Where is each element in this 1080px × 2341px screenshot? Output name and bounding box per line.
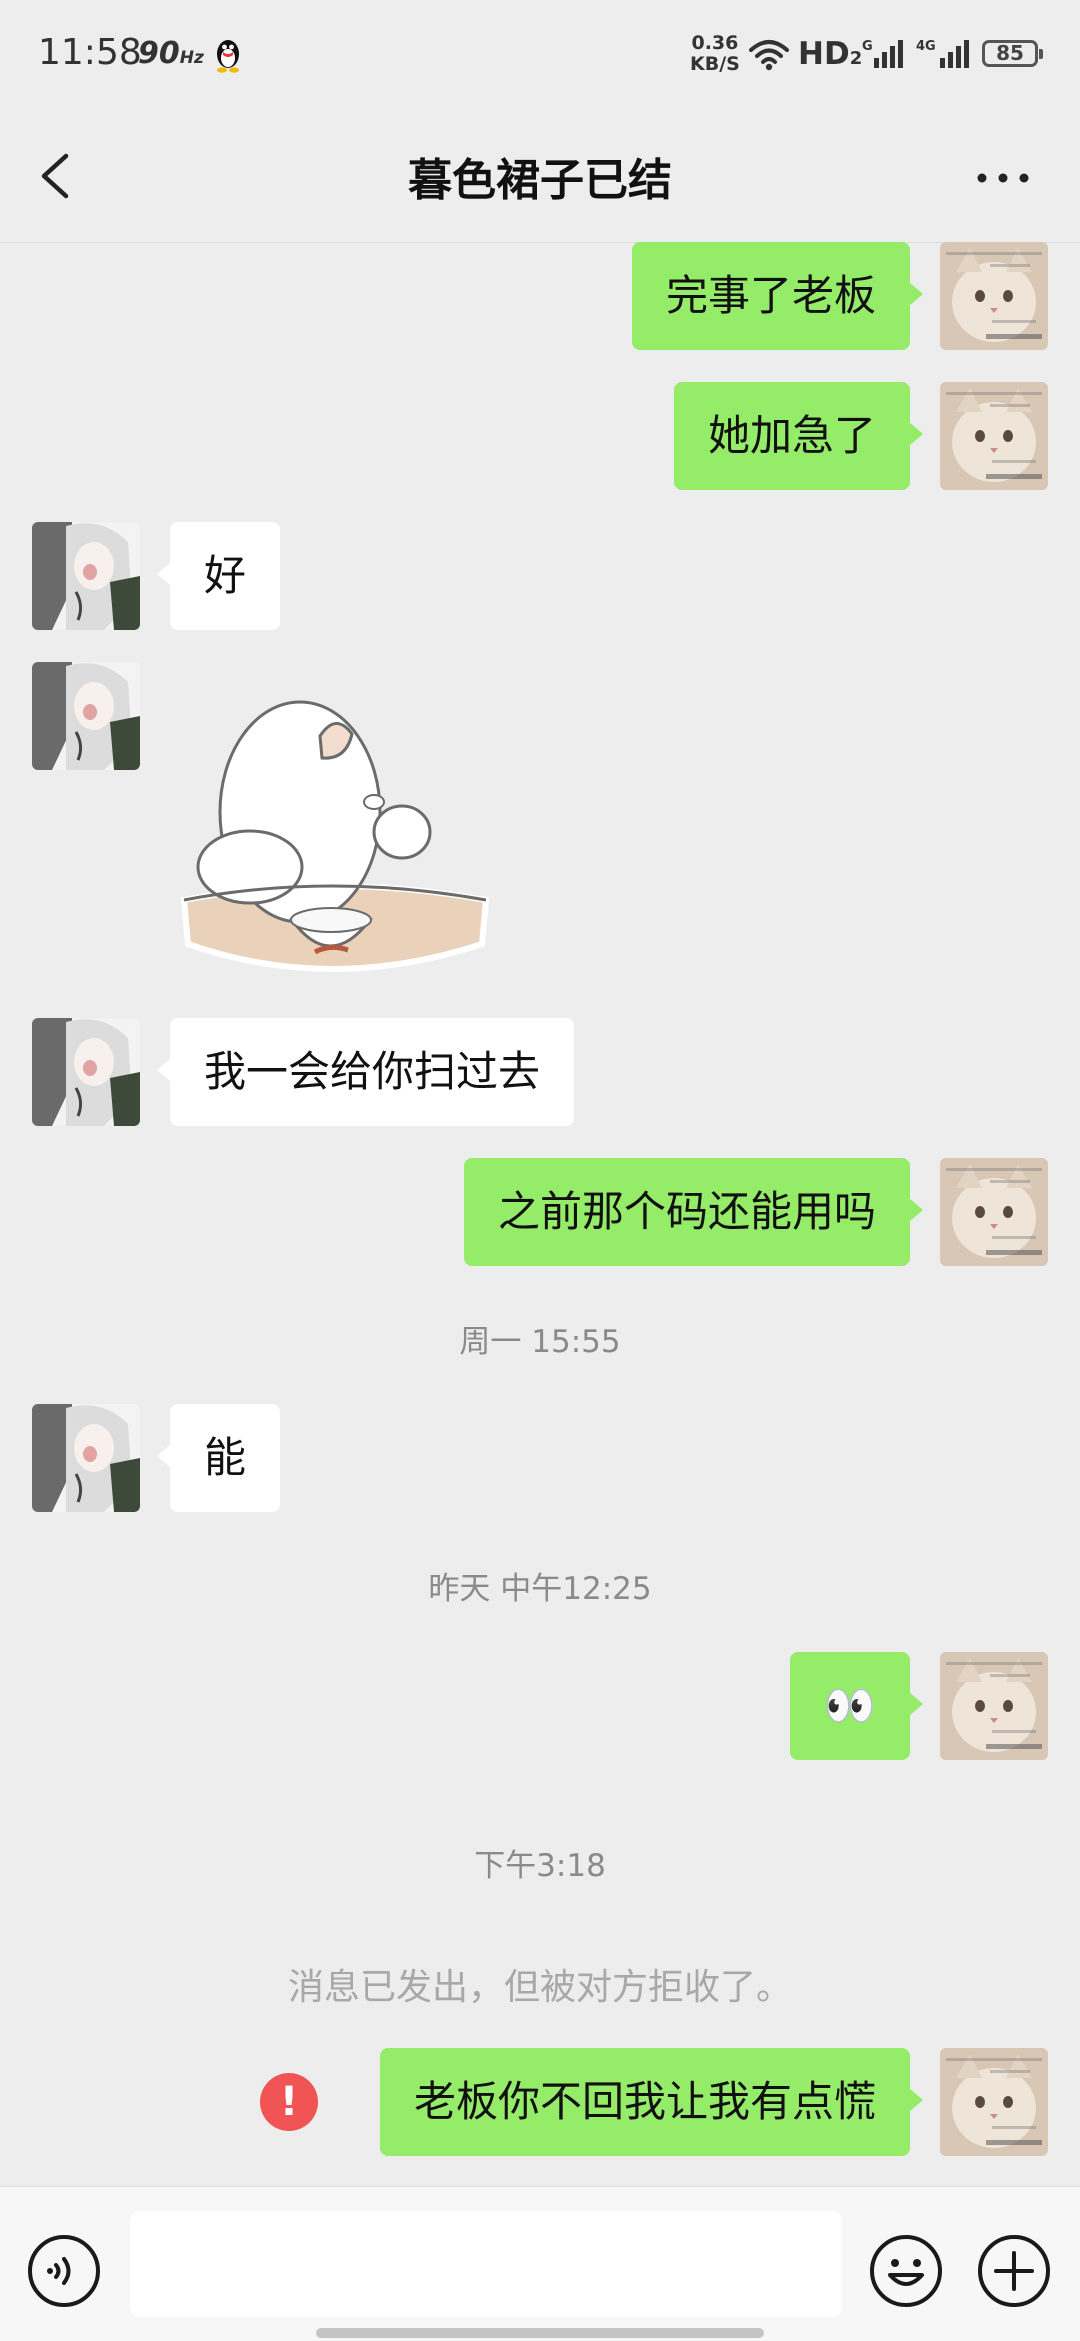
- cat-avatar-image: [940, 1652, 1048, 1760]
- more-functions-button[interactable]: [976, 2233, 1052, 2313]
- cat-avatar-image: [940, 2048, 1048, 2156]
- more-options-button[interactable]: [968, 150, 1038, 206]
- message-incoming: 能: [0, 1404, 1080, 1512]
- girl-avatar-image: [32, 522, 140, 630]
- hd-label: HD: [798, 36, 850, 72]
- avatar[interactable]: [32, 1018, 140, 1126]
- status-bar: 11:58 90Hz 0.36 KB/S HD2 G 4G 85: [0, 0, 1080, 110]
- battery-level: 85: [996, 41, 1024, 65]
- network-speed-unit: KB/S: [690, 53, 740, 75]
- hd-voice-indicator: HD2: [798, 36, 862, 72]
- message-outgoing: 完事了老板: [0, 242, 1080, 350]
- voice-icon: [28, 2235, 100, 2307]
- message-bubble[interactable]: 她加急了: [673, 382, 924, 490]
- refresh-rate: 90Hz: [138, 36, 204, 71]
- message-incoming: 好: [0, 522, 1080, 630]
- cat-avatar-image: [940, 242, 1048, 350]
- wifi-icon: [748, 38, 790, 76]
- message-bubble[interactable]: 之前那个码还能用吗: [463, 1158, 924, 1266]
- emoji-icon: [870, 2235, 942, 2307]
- avatar[interactable]: [940, 2048, 1048, 2156]
- qq-penguin-icon: [212, 36, 244, 78]
- message-bubble[interactable]: 好: [156, 522, 281, 630]
- avatar[interactable]: [32, 522, 140, 630]
- signal-2-label: 4G: [916, 39, 936, 54]
- cat-avatar-image: [940, 382, 1048, 490]
- chat-title: 暮色裙子已结: [408, 155, 672, 206]
- timestamp: 下午3:18: [474, 1848, 606, 1884]
- timestamp: 周一 15:55: [459, 1324, 621, 1360]
- send-failed-icon[interactable]: !: [260, 2073, 318, 2131]
- avatar[interactable]: [940, 242, 1048, 350]
- cat-avatar-image: [940, 1158, 1048, 1266]
- network-speed: 0.36 KB/S: [690, 33, 740, 75]
- avatar[interactable]: [32, 1404, 140, 1512]
- signal-1-label: G: [862, 39, 873, 54]
- status-time: 11:58: [38, 32, 142, 73]
- message-bubble[interactable]: 我一会给你扫过去: [156, 1018, 575, 1126]
- message-bubble[interactable]: 👀: [789, 1652, 924, 1760]
- message-outgoing: 她加急了: [0, 382, 1080, 490]
- message-bubble[interactable]: 能: [156, 1404, 281, 1512]
- message-input[interactable]: [130, 2211, 842, 2317]
- hd-sub: 2: [849, 48, 863, 69]
- avatar[interactable]: [940, 382, 1048, 490]
- plus-icon: [978, 2235, 1050, 2307]
- message-outgoing-failed: ! 老板你不回我让我有点慌: [0, 2048, 1080, 2156]
- signal-strength-4g-icon: 4G: [916, 38, 976, 74]
- white-cat-eating-rice-sticker[interactable]: [170, 682, 500, 988]
- timestamp: 昨天 中午12:25: [428, 1571, 652, 1607]
- network-speed-value: 0.36: [691, 32, 739, 54]
- message-outgoing: 👀: [0, 1652, 1080, 1760]
- message-bubble[interactable]: 老板你不回我让我有点慌: [379, 2048, 924, 2156]
- girl-avatar-image: [32, 662, 140, 770]
- more-horizontal-icon: [977, 173, 1029, 183]
- battery-icon: 85: [982, 40, 1043, 67]
- girl-avatar-image: [32, 1404, 140, 1512]
- chat-header: 暮色裙子已结: [0, 110, 1080, 243]
- input-bar: [0, 2186, 1080, 2341]
- avatar[interactable]: [940, 1158, 1048, 1266]
- message-incoming-sticker: [0, 662, 1080, 988]
- home-indicator[interactable]: [316, 2328, 764, 2338]
- signal-strength-icon: G: [862, 38, 908, 74]
- refresh-rate-value: 90: [138, 36, 180, 71]
- refresh-rate-unit: Hz: [179, 48, 204, 68]
- message-bubble[interactable]: 完事了老板: [631, 242, 924, 350]
- voice-button[interactable]: [26, 2233, 102, 2313]
- message-outgoing: 之前那个码还能用吗: [0, 1158, 1080, 1266]
- message-incoming: 我一会给你扫过去: [0, 1018, 1080, 1126]
- avatar[interactable]: [32, 662, 140, 770]
- avatar[interactable]: [940, 1652, 1048, 1760]
- system-notice: 消息已发出，但被对方拒收了。: [287, 1967, 792, 2008]
- girl-avatar-image: [32, 1018, 140, 1126]
- emoji-button[interactable]: [868, 2233, 944, 2313]
